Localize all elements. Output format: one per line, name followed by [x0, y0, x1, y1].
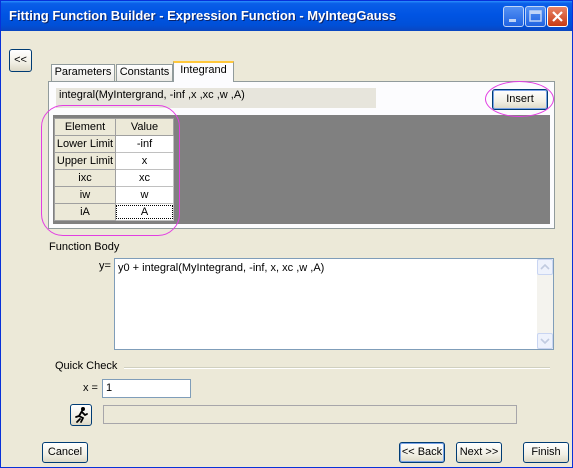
function-body-editor[interactable]: y0 + integral(MyIntegrand, -inf, x, xc ,… — [114, 258, 554, 350]
value-cell[interactable]: x — [115, 152, 174, 170]
value-cell[interactable]: w — [115, 186, 174, 204]
editor-scrollbar[interactable] — [537, 259, 553, 349]
integrand-expression: integral(MyIntergrand, -inf ,x ,xc ,w ,A… — [56, 88, 376, 108]
table-row: Lower Limit -inf — [54, 135, 174, 153]
chevron-down-icon — [540, 338, 550, 345]
selected-value: A — [116, 205, 173, 219]
x-label: x = — [83, 382, 98, 394]
close-icon — [552, 11, 563, 22]
close-button[interactable] — [547, 6, 568, 27]
run-icon — [75, 407, 88, 423]
row-label: iw — [54, 186, 116, 204]
x-value-input[interactable]: 1 — [102, 379, 191, 398]
table-row: iw w — [54, 186, 174, 204]
row-label: ixc — [54, 169, 116, 187]
table-header-row: Element Value — [54, 118, 174, 136]
chevron-up-icon — [540, 263, 550, 270]
quick-check-label: Quick Check — [55, 360, 118, 372]
cancel-button[interactable]: Cancel — [42, 442, 88, 463]
table-row: ixc xc — [54, 169, 174, 187]
collapse-button[interactable]: << — [9, 49, 32, 72]
scroll-down-button[interactable] — [537, 333, 553, 349]
row-label: Upper Limit — [54, 152, 116, 170]
title-bar[interactable]: Fitting Function Builder - Expression Fu… — [1, 1, 572, 31]
maximize-button[interactable] — [525, 6, 546, 27]
function-body-text: y0 + integral(MyIntegrand, -inf, x, xc ,… — [118, 262, 325, 274]
table-row: Upper Limit x — [54, 152, 174, 170]
value-cell[interactable]: xc — [115, 169, 174, 187]
row-label: Lower Limit — [54, 135, 116, 153]
run-button[interactable] — [70, 404, 92, 426]
insert-button[interactable]: Insert — [492, 89, 548, 110]
y-label: y= — [99, 260, 111, 272]
integrand-table: Element Value Lower Limit -inf Upper Lim… — [54, 118, 174, 221]
table-row: iA A — [54, 203, 174, 221]
back-button[interactable]: << Back — [399, 442, 445, 463]
window-title: Fitting Function Builder - Expression Fu… — [9, 8, 397, 23]
tab-integrand[interactable]: Integrand — [173, 61, 234, 82]
tab-constants[interactable]: Constants — [116, 64, 173, 81]
function-body-label: Function Body — [49, 241, 120, 253]
minimize-icon — [509, 19, 516, 22]
tab-parameters[interactable]: Parameters — [51, 64, 115, 81]
dialog-window: Fitting Function Builder - Expression Fu… — [0, 0, 573, 468]
minimize-button[interactable] — [503, 6, 524, 27]
maximize-icon — [529, 10, 542, 22]
quick-check-result — [103, 405, 517, 424]
column-header-value[interactable]: Value — [115, 118, 174, 136]
next-button[interactable]: Next >> — [456, 442, 502, 463]
value-cell-selected[interactable]: A — [115, 203, 174, 221]
column-header-element[interactable]: Element — [54, 118, 116, 136]
finish-button[interactable]: Finish — [523, 442, 569, 463]
scroll-up-button[interactable] — [537, 259, 553, 275]
quick-check-divider — [124, 367, 550, 369]
value-cell[interactable]: -inf — [115, 135, 174, 153]
row-label: iA — [54, 203, 116, 221]
